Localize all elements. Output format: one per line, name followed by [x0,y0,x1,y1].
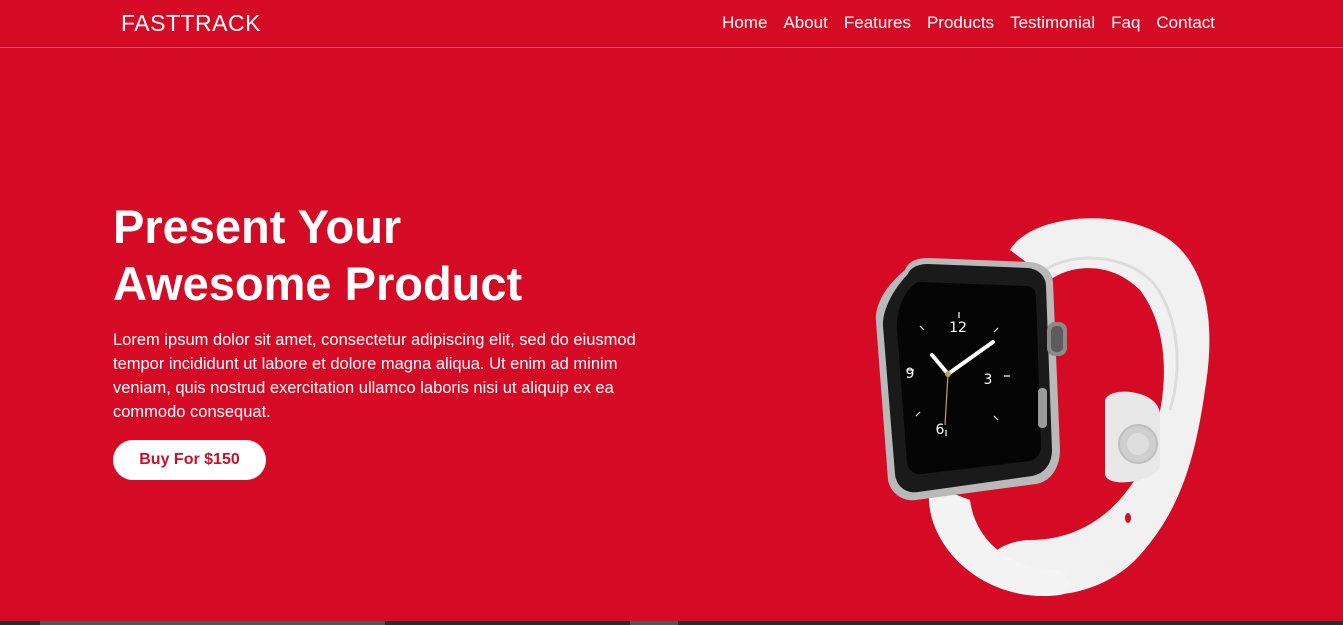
dial-number-12: 12 [949,320,967,336]
nav-item-about: About [783,13,827,33]
nav-item-features: Features [844,13,911,33]
nav-item-faq: Faq [1111,13,1140,33]
hero-title-line-1: Present Your [113,200,402,253]
bottom-scroll-strip [0,621,1343,625]
nav-link-products[interactable]: Products [927,13,994,32]
navbar: FASTTRACK Home About Features Products T… [0,0,1343,48]
bottom-strip-segment [630,621,678,625]
dial-number-3: 3 [984,372,993,388]
nav-item-testimonial: Testimonial [1010,13,1095,33]
dial-number-6: 6 [936,422,945,438]
nav-link-features[interactable]: Features [844,13,911,32]
nav-item-products: Products [927,13,994,33]
buy-button[interactable]: Buy For $150 [113,440,266,480]
nav-link-testimonial[interactable]: Testimonial [1010,13,1095,32]
nav-menu: Home About Features Products Testimonial… [722,13,1215,33]
smartwatch-icon: 12 3 6 9 [875,218,1210,597]
nav-item-home: Home [722,13,767,33]
hero-description: Lorem ipsum dolor sit amet, consectetur … [113,331,636,421]
nav-link-faq[interactable]: Faq [1111,13,1140,32]
hero-title: Present Your Awesome Product [113,198,673,312]
hero-title-line-2: Awesome Product [113,257,523,310]
brand-logo[interactable]: FASTTRACK [121,10,261,37]
nav-item-contact: Contact [1156,13,1215,33]
nav-link-about[interactable]: About [783,13,827,32]
nav-link-contact[interactable]: Contact [1156,13,1215,32]
nav-link-home[interactable]: Home [722,13,767,32]
dial-number-9: 9 [906,366,915,382]
bottom-strip-segment [40,621,385,625]
